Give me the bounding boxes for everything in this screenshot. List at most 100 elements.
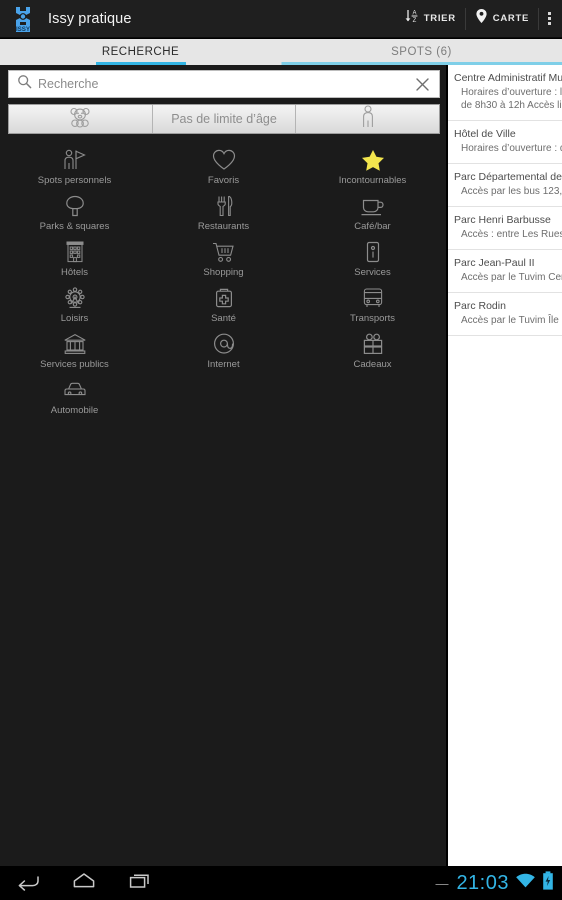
category-cafe-bar[interactable]: Café/bar (298, 191, 447, 237)
category-grid: Spots personnels Favoris Incontournables… (0, 145, 448, 421)
close-icon[interactable] (415, 77, 430, 92)
category-label: Restaurants (197, 221, 250, 232)
spot-title: Parc Départemental de l’ (454, 171, 562, 183)
category-incontournables[interactable]: Incontournables (298, 145, 447, 191)
category-automobile[interactable]: Automobile (0, 375, 149, 421)
sort-az-icon: A Z (404, 8, 419, 29)
back-button[interactable] (0, 866, 56, 900)
age-filter-child-button[interactable] (9, 105, 152, 133)
category-label: Internet (207, 359, 240, 370)
category-services-publics[interactable]: Services publics (0, 329, 149, 375)
category-shopping[interactable]: Shopping (149, 237, 298, 283)
age-filter-adult-button[interactable] (295, 104, 439, 133)
category-favoris[interactable]: Favoris (149, 145, 298, 191)
category-hotels[interactable]: Hôtels (0, 237, 149, 283)
category-label: Spots personnels (37, 175, 112, 186)
category-label: Services (354, 267, 391, 278)
bus-icon (360, 285, 386, 311)
wifi-icon (515, 872, 536, 894)
list-item[interactable]: Parc Henri Barbusse Accès : entre Les Ru… (448, 207, 562, 250)
list-item[interactable]: Hôtel de Ville Horaires d’ouverture : du (448, 121, 562, 164)
category-loisirs[interactable]: Loisirs (0, 283, 149, 329)
app-title: Issy pratique (48, 10, 132, 27)
category-label: Parks & squares (39, 221, 110, 232)
search-icon (17, 74, 32, 94)
tree-icon (62, 193, 88, 219)
person-flag-icon (62, 147, 88, 173)
category-parks-squares[interactable]: Parks & squares (0, 191, 149, 237)
search-box[interactable] (8, 70, 440, 98)
tab-spots[interactable]: SPOTS (6) (281, 39, 562, 65)
heart-icon (211, 147, 237, 173)
category-label: Shopping (203, 267, 244, 278)
fork-knife-icon (211, 193, 237, 219)
app-logo-icon: ISSY (8, 4, 38, 34)
category-restaurants[interactable]: Restaurants (149, 191, 298, 237)
spot-subtitle: Accès par le Tuvim Île Sa (461, 315, 562, 326)
at-sign-icon (211, 331, 237, 357)
category-label: Hôtels (61, 267, 88, 278)
category-label: Santé (211, 313, 236, 324)
category-internet[interactable]: Internet (149, 329, 298, 375)
spot-title: Parc Jean-Paul II (454, 257, 535, 269)
system-navigation-bar: — 21:03 (0, 866, 562, 900)
map-pin-icon (475, 8, 488, 29)
sort-button[interactable]: A Z TRIER (395, 0, 465, 38)
gift-icon (360, 331, 386, 357)
spots-list[interactable]: Centre Administratif Mun Horaires d’ouve… (448, 65, 562, 866)
svg-text:ISSY: ISSY (16, 26, 31, 33)
action-bar: ISSY Issy pratique A Z TRIER CARTE (0, 0, 562, 38)
car-icon (62, 377, 88, 403)
spot-subtitle: Accès : entre Les Rues H (461, 229, 562, 240)
category-transports[interactable]: Transports (298, 283, 447, 329)
info-icon (360, 239, 386, 265)
recents-button[interactable] (112, 866, 168, 900)
content-area: Pas de limite d’âge (0, 65, 562, 866)
svg-text:Z: Z (412, 18, 416, 24)
age-filter-label-segment[interactable]: Pas de limite d’âge (151, 105, 296, 133)
search-pane: Pas de limite d’âge (0, 65, 448, 866)
list-item[interactable]: Parc Départemental de l’ Accès par les b… (448, 164, 562, 207)
bank-building-icon (62, 331, 88, 357)
tab-recherche[interactable]: RECHERCHE (0, 39, 281, 65)
spot-title: Parc Rodin (454, 300, 506, 312)
home-icon (71, 871, 97, 896)
app-root: ISSY Issy pratique A Z TRIER CARTE RECHE… (0, 0, 562, 900)
age-filter-bar: Pas de limite d’âge (8, 104, 440, 134)
category-label: Automobile (50, 405, 99, 416)
status-clock: 21:03 (456, 871, 509, 894)
spot-subtitle: Accès par les bus 123, 2 (461, 186, 562, 197)
category-sante[interactable]: Santé (149, 283, 298, 329)
category-label: Loisirs (60, 313, 89, 324)
category-spots-personnels[interactable]: Spots personnels (0, 145, 149, 191)
age-filter-label: Pas de limite d’âge (171, 112, 277, 126)
hotel-building-icon (62, 239, 88, 265)
search-input[interactable] (38, 77, 415, 91)
list-item[interactable]: Parc Jean-Paul II Accès par le Tuvim Cen… (448, 250, 562, 293)
recents-icon (127, 871, 153, 896)
category-label: Incontournables (338, 175, 407, 186)
tab-recherche-label: RECHERCHE (101, 46, 180, 58)
notification-dash: — (435, 875, 449, 891)
home-button[interactable] (56, 866, 112, 900)
teddy-bear-icon (68, 106, 92, 133)
tab-spots-label: SPOTS (6) (391, 46, 452, 58)
category-services[interactable]: Services (298, 237, 447, 283)
map-button[interactable]: CARTE (466, 0, 538, 38)
star-icon (360, 147, 386, 173)
tab-bar: RECHERCHE SPOTS (6) (0, 39, 562, 65)
system-status-area[interactable]: — 21:03 (435, 871, 562, 895)
spot-subtitle: Accès par le Tuvim Cent (461, 272, 562, 283)
category-cadeaux[interactable]: Cadeaux (298, 329, 447, 375)
back-icon (15, 871, 41, 896)
sort-button-label: TRIER (423, 13, 456, 24)
spot-title: Centre Administratif Mun (454, 72, 562, 84)
shopping-cart-icon (211, 239, 237, 265)
spot-subtitle: Horaires d’ouverture : le de 8h30 à 12h … (461, 87, 562, 111)
map-button-label: CARTE (492, 13, 529, 24)
overflow-menu-button[interactable] (539, 0, 562, 38)
overflow-menu-icon (548, 12, 551, 25)
list-item[interactable]: Centre Administratif Mun Horaires d’ouve… (448, 65, 562, 121)
ferris-wheel-icon (62, 285, 88, 311)
list-item[interactable]: Parc Rodin Accès par le Tuvim Île Sa (448, 293, 562, 336)
